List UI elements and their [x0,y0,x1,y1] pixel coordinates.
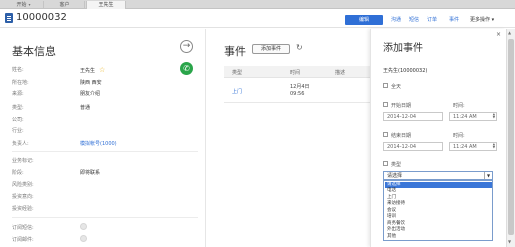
field-label-location: 所在地: [12,80,29,86]
sms-link[interactable]: 短信 [409,15,419,25]
field-label-name: 姓名: [12,67,24,73]
type-option-training[interactable]: 培训 [385,214,492,220]
field-label-stage: 阶段: [12,170,24,176]
start-time-label: 时间: [453,103,465,109]
chevron-down-icon: ▾ [28,2,31,7]
field-label-owner: 负责人: [12,141,29,147]
tab-customers[interactable]: 客户 [45,1,85,9]
field-value-stage: 即将联系 [80,170,101,176]
communicate-link[interactable]: 沟通 [391,15,401,25]
type-option-reception[interactable]: 来访接待 [385,201,492,207]
star-icon[interactable]: ☆ [99,66,105,74]
field-label-risk: 风险类别: [12,182,34,188]
events-title: 事件 [224,45,246,58]
sms-subscription-toggle[interactable] [80,223,87,230]
spinner-icon[interactable]: ▲ ▼ [493,113,495,119]
type-label: 类型 [391,162,402,168]
field-label-sms-subscription: 订阅短信: [12,225,34,231]
tab-strip: 开始 ▾ 客户 王先生 [0,0,515,9]
close-icon[interactable]: × [496,31,501,38]
type-option-phone[interactable]: 电话 [385,188,492,194]
scroll-up-icon[interactable]: ▲ [508,30,511,35]
end-date-checkbox[interactable] [383,132,388,137]
end-date-label: 结束日期 [391,133,412,139]
edit-button[interactable]: 编辑 [345,15,383,25]
field-label-business-tag: 业务标记: [12,158,34,164]
type-option-business-dining[interactable]: 商务餐饮 [385,221,492,227]
email-subscription-toggle[interactable] [80,235,87,242]
start-time-input[interactable]: 11:24 AM ▲ ▼ [449,112,497,121]
arrow-right-icon[interactable]: → [180,40,193,53]
all-day-label: 全天 [391,84,402,90]
field-value-source: 朋友介绍 [80,91,101,97]
start-date-checkbox[interactable] [383,102,388,107]
customer-name: 王先生 [80,68,96,74]
field-label-company: 公司: [12,117,24,123]
basic-info-panel: 基本信息 → ✆ 姓名: 王先生 ☆ 所在地: 陕西 西安 来源: 朋友介绍 类型… [0,29,208,247]
document-icon [5,13,13,23]
more-actions-button[interactable]: 更多操作 ▾ [470,15,494,25]
spinner-icon[interactable]: ▲ ▼ [493,143,495,149]
events-table-header: 类型 时间 描述 [224,66,370,78]
start-date-label: 开始日期 [391,103,412,109]
field-label-industry: 行业: [12,128,24,134]
event-date: 12月4日 [290,84,310,90]
end-time-value: 11:24 AM [453,144,477,150]
add-event-panel: × 添加事件 王先生(10000032) 全天 开始日期 时间: 2014-12… [370,29,506,247]
chevron-down-icon[interactable]: ▼ [484,172,492,179]
record-header: 10000032 编辑 沟通 短信 订单 事件 更多操作 ▾ [0,10,515,28]
tab-customer-record[interactable]: 王先生 [86,1,126,9]
divider [12,217,198,218]
end-time-label: 时间: [453,133,465,139]
scrollbar[interactable]: ▲ ▼ [506,29,515,247]
start-time-value: 11:24 AM [453,114,477,120]
type-checkbox[interactable] [383,161,388,166]
scroll-down-icon[interactable]: ▼ [508,239,511,244]
field-value-owner[interactable]: 模拟帐号(1000) [80,140,117,147]
panel-divider [205,29,206,247]
events-panel: 事件 添加事件 ↻ 类型 时间 描述 上门 12月4日 09:56 [208,29,370,247]
end-date-input[interactable]: 2014-12-04 [383,142,443,151]
field-label-source: 来源: [12,91,24,97]
field-value-type: 普通 [80,105,91,111]
end-time-input[interactable]: 11:24 AM ▲ ▼ [449,142,497,151]
type-option-other[interactable]: 其他 [385,234,492,240]
all-day-checkbox[interactable] [383,83,388,88]
event-type[interactable]: 上门 [232,88,242,95]
refresh-icon[interactable]: ↻ [296,43,303,52]
field-value-location: 陕西 西安 [80,80,102,86]
type-dropdown-list: 请选择 电话 上门 来访接待 会议 培训 商务餐饮 外出活动 其他 [383,180,493,241]
tab-start-label: 开始 [16,2,27,8]
field-label-investment-intent: 投资意向: [12,194,34,200]
type-option-outing[interactable]: 外出活动 [385,227,492,233]
field-label-email-subscription: 订阅邮件: [12,237,34,243]
column-time[interactable]: 时间 [290,69,300,76]
record-id: 10000032 [16,12,67,23]
events-link[interactable]: 事件 [449,15,459,25]
type-select-value: 请选择 [387,173,403,179]
type-option-visit[interactable]: 上门 [385,195,492,201]
orders-link[interactable]: 订单 [427,15,437,25]
column-description[interactable]: 描述 [335,69,345,76]
type-option-meeting[interactable]: 会议 [385,208,492,214]
field-label-type: 类型: [12,105,24,111]
add-event-title: 添加事件 [383,43,423,54]
column-type[interactable]: 类型 [232,69,242,76]
type-select[interactable]: 请选择 ▼ [383,171,493,180]
table-row[interactable]: 上门 12月4日 09:56 [224,79,370,103]
field-label-investment-experience: 投资经验: [12,206,34,212]
phone-icon[interactable]: ✆ [180,62,193,75]
start-date-input[interactable]: 2014-12-04 [383,112,443,121]
field-value-name: 王先生 ☆ [80,66,105,74]
event-contact: 王先生(10000032) [383,68,428,74]
scrollbar-thumb[interactable] [508,39,514,235]
divider [12,151,198,152]
event-time: 09:56 [290,91,305,97]
add-event-button[interactable]: 添加事件 [252,44,290,54]
basic-info-title: 基本信息 [12,45,56,58]
tab-start[interactable]: 开始 ▾ [4,1,44,9]
